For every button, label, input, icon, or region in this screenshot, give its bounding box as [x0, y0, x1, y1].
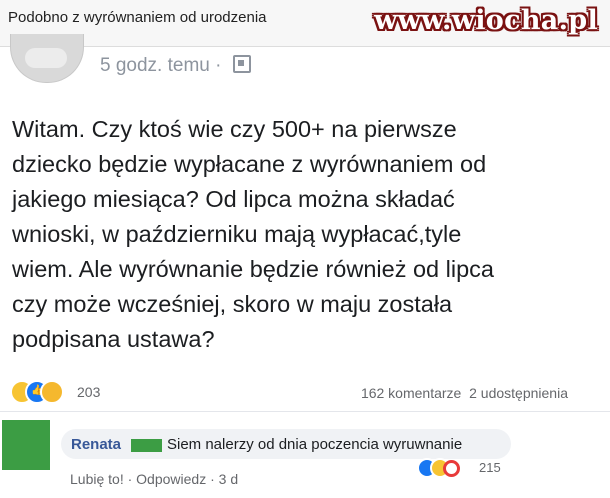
comment-time[interactable]: 3 d	[219, 471, 238, 487]
divider	[0, 411, 610, 412]
love-reaction-icon	[443, 460, 460, 477]
reply-button[interactable]: Odpowiedz	[136, 471, 206, 487]
shares-count[interactable]: 2 udostępnienia	[469, 385, 568, 401]
reactions-row: 203 162 komentarze 2 udostępnienia	[10, 380, 600, 404]
comments-count[interactable]: 162 komentarze	[361, 385, 461, 401]
sad-reaction-icon[interactable]	[40, 380, 64, 404]
globe-icon	[232, 54, 251, 73]
name-censor-bar	[131, 439, 162, 452]
top-bar: Podobno z wyrównaniem od urodzenia www.w…	[0, 0, 610, 47]
comment-avatar[interactable]	[2, 420, 50, 470]
comment-actions: Lubię to! · Odpowiedz · 3 d	[70, 471, 238, 487]
post-time[interactable]: 5 godz. temu	[100, 55, 210, 76]
reactions-count[interactable]: 203	[77, 384, 100, 400]
action-separator: ·	[210, 471, 215, 487]
avatar[interactable]	[10, 34, 84, 83]
action-separator: ·	[127, 471, 133, 487]
post-stats: 162 komentarze 2 udostępnienia	[361, 385, 568, 401]
meta-separator: ·	[215, 55, 222, 76]
comment-bubble: Renata Siem nalerzy od dnia poczencia wy…	[61, 429, 511, 459]
page-title: Podobno z wyrównaniem od urodzenia	[8, 9, 267, 26]
post-text: Witam. Czy ktoś wie czy 500+ na pierwsze…	[12, 116, 494, 352]
avatar-blur	[25, 48, 67, 68]
like-button[interactable]: Lubię to!	[70, 471, 124, 487]
comment-author[interactable]: Renata	[71, 436, 121, 453]
comment-reactions[interactable]: 215	[417, 456, 507, 478]
watermark-logo: www.wiocha.pl	[374, 5, 598, 36]
comment-text: Siem nalerzy od dnia poczencia wyruwnani…	[167, 436, 463, 453]
post-meta: 5 godz. temu ·	[100, 54, 251, 77]
comment-reactions-count: 215	[479, 460, 501, 475]
